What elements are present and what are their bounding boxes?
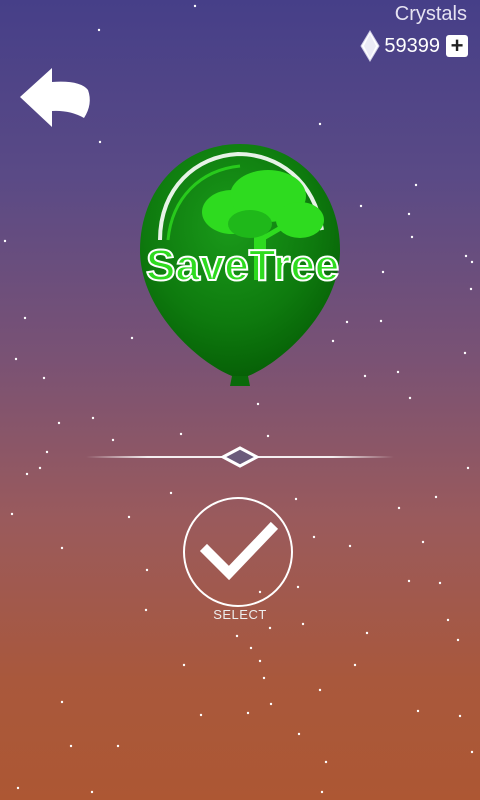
select-button[interactable] [183,497,293,607]
currency-counter: 59399 + [360,30,468,62]
currency-label: Crystals [394,3,467,25]
slider-handle [219,446,261,468]
balloon-skin-text: SaveTree [146,241,339,290]
currency-amount: 59399 [384,34,440,57]
diamond-icon [360,30,380,62]
balloon-preview: SaveTree [140,144,340,386]
skin-slider[interactable] [86,442,394,472]
checkmark-icon [199,521,279,581]
back-arrow-icon[interactable] [18,66,94,132]
buy-crystals-button[interactable]: + [446,35,468,57]
select-label: SELECT [213,607,267,622]
